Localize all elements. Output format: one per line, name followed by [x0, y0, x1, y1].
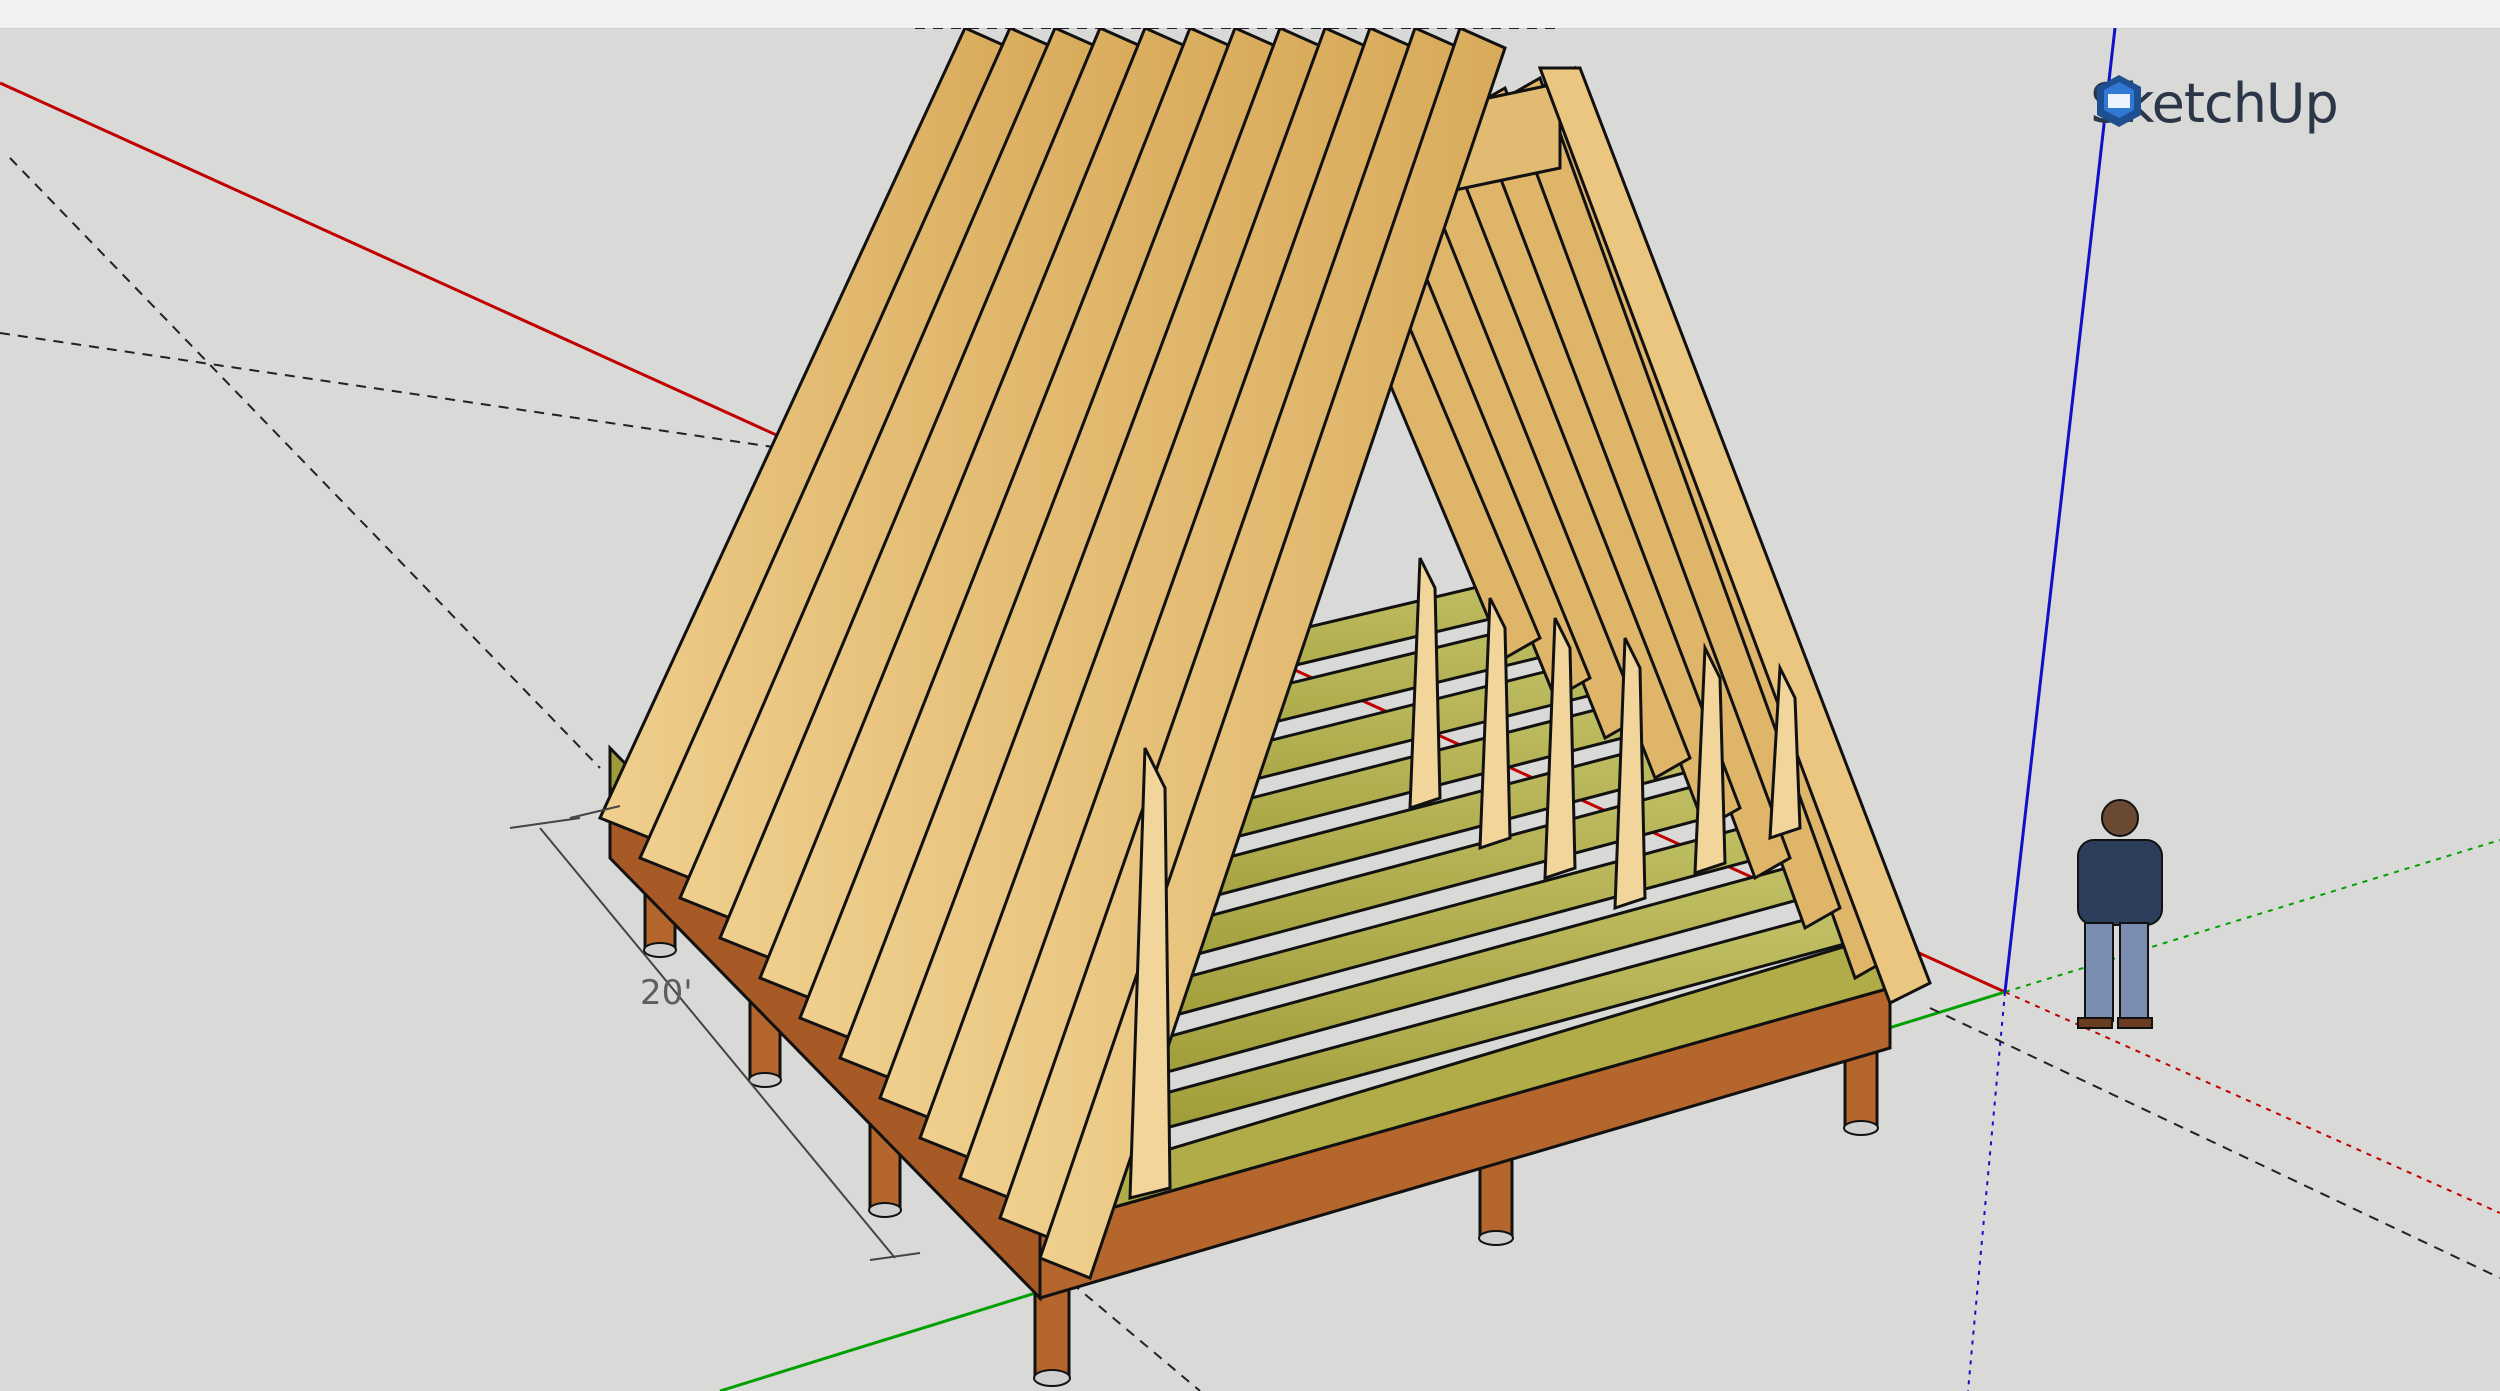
sketchup-window: 20' SketchUp	[0, 0, 2500, 1391]
dimension-label: 20'	[640, 973, 693, 1013]
3d-scene[interactable]	[0, 28, 2500, 1391]
scale-figure-icon	[2077, 799, 2163, 1029]
top-toolbar-strip	[0, 0, 2500, 29]
sketchup-logo-icon	[2097, 75, 2141, 127]
blue-axis-hidden	[1967, 991, 2006, 1391]
modeling-viewport[interactable]: 20' SketchUp	[0, 28, 2500, 1391]
brand-logo: SketchUp	[2090, 72, 2339, 135]
